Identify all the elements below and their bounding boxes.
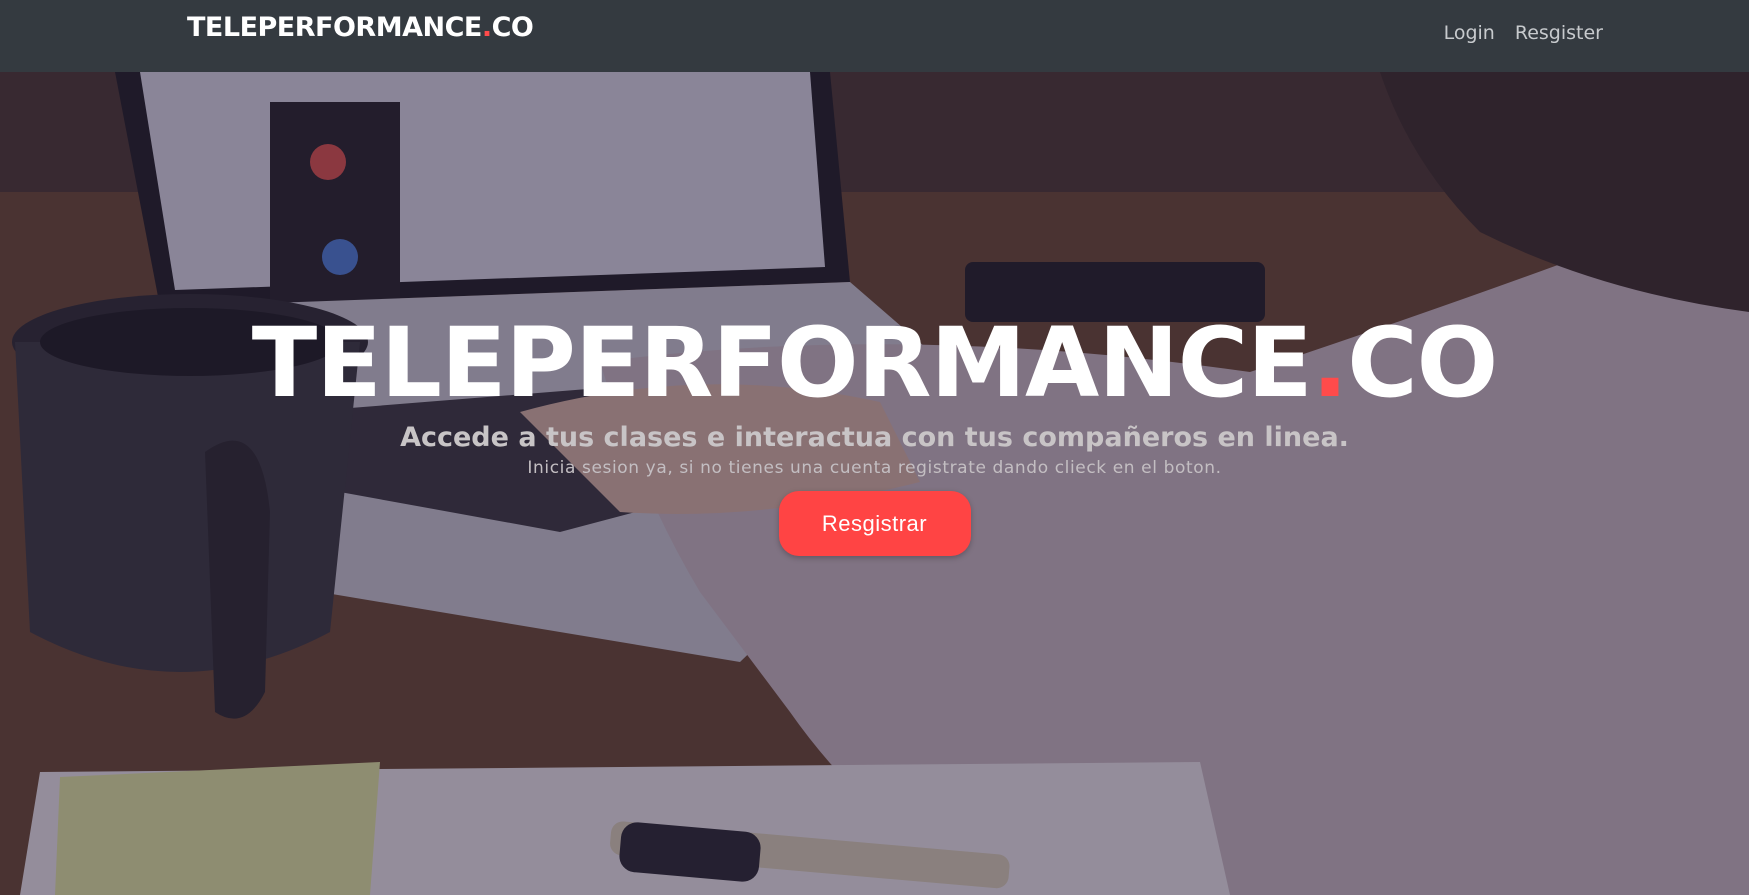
brand-dot: . bbox=[481, 12, 492, 43]
hero-content: TELEPERFORMANCE.CO Accede a tus clases e… bbox=[0, 307, 1749, 556]
brand-name: TELEPERFORMANCE bbox=[187, 12, 482, 43]
register-button[interactable]: Resgistrar bbox=[778, 491, 971, 556]
login-link[interactable]: Login bbox=[1444, 16, 1495, 50]
hero-subtitle: Accede a tus clases e interactua con tus… bbox=[400, 422, 1349, 453]
hero-title-dot: . bbox=[1311, 307, 1348, 419]
navbar: TELEPERFORMANCE.CO Login Resgister bbox=[0, 0, 1749, 72]
hero-section: TELEPERFORMANCE.CO Accede a tus clases e… bbox=[0, 72, 1749, 895]
nav-links: Login Resgister bbox=[1444, 16, 1603, 50]
hero-title-main: TELEPERFORMANCE bbox=[251, 307, 1313, 419]
hero-description: Inicia sesion ya, si no tienes una cuent… bbox=[527, 458, 1222, 478]
brand-logo[interactable]: TELEPERFORMANCE.CO bbox=[187, 8, 534, 48]
hero-title: TELEPERFORMANCE.CO bbox=[0, 307, 1749, 419]
brand-suffix: CO bbox=[491, 12, 534, 43]
hero-title-suffix: CO bbox=[1347, 307, 1498, 419]
register-link[interactable]: Resgister bbox=[1515, 16, 1603, 50]
